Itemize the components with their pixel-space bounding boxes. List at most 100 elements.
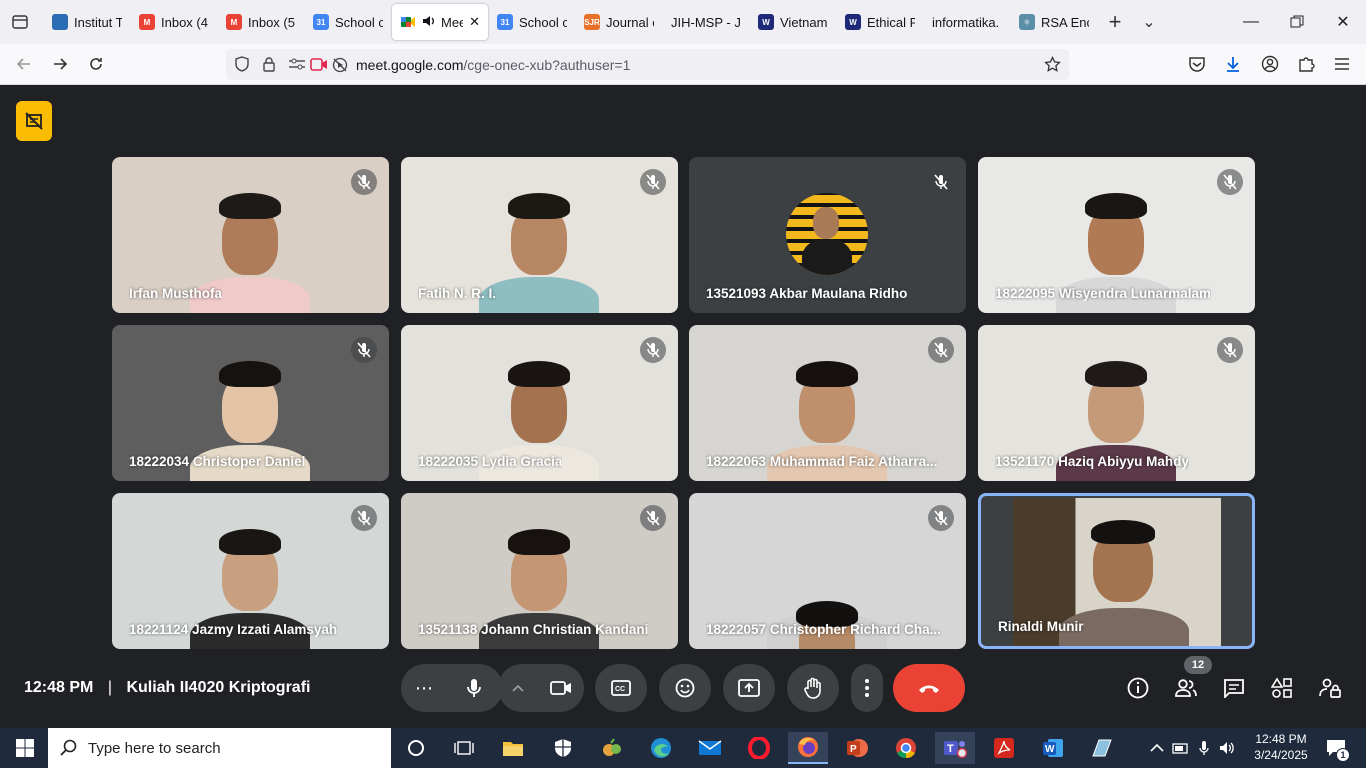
participant-tile[interactable]: 18222095 Wisyendra Lunarmalam — [978, 157, 1255, 313]
firefox-app[interactable] — [788, 732, 828, 764]
word-app[interactable]: W — [1033, 732, 1073, 764]
participant-tile[interactable]: 18221124 Jazmy Izzati Alamsyah — [112, 493, 389, 649]
mic-muted-icon — [1217, 337, 1243, 363]
browser-tab[interactable]: W Ethical P — [837, 4, 923, 40]
snipping-app[interactable] — [1082, 732, 1122, 764]
speaker-icon[interactable] — [422, 15, 435, 30]
account-button[interactable] — [1258, 52, 1282, 76]
powerpoint-app[interactable]: P — [837, 732, 877, 764]
mic-muted-icon — [1217, 169, 1243, 195]
mail-app[interactable] — [690, 732, 730, 764]
chevron-up-tray-icon[interactable] — [1150, 743, 1164, 753]
opera-app[interactable] — [739, 732, 779, 764]
games-app[interactable] — [592, 732, 632, 764]
browser-tab[interactable]: W Vietnam — [750, 4, 836, 40]
more-options-button[interactable] — [851, 664, 883, 712]
downloads-button[interactable] — [1221, 52, 1245, 76]
tab-favicon-icon — [52, 14, 68, 30]
back-button[interactable] — [12, 52, 36, 76]
tab-overview-icon — [12, 15, 28, 29]
tab-title: Institut T — [74, 14, 122, 30]
participant-tile[interactable]: 18222035 Lydia Gracia — [401, 325, 678, 481]
new-tab-button[interactable]: + — [1098, 5, 1132, 39]
tab-list-button[interactable]: ⌄ — [1132, 5, 1166, 39]
participant-tile[interactable]: 18222034 Christoper Daniel — [112, 325, 389, 481]
volume-icon[interactable] — [1218, 740, 1236, 756]
browser-tab[interactable]: Institut T — [44, 4, 130, 40]
start-button[interactable] — [5, 732, 45, 764]
autoplay-blocked-icon[interactable] — [332, 57, 348, 73]
battery-network-icon[interactable] — [1172, 741, 1190, 755]
mail-icon — [698, 740, 722, 755]
close-window-button[interactable]: ✕ — [1320, 0, 1366, 44]
chat-button[interactable] — [1218, 672, 1250, 704]
teams-app[interactable]: T — [935, 732, 975, 764]
meeting-details-button[interactable] — [1122, 672, 1154, 704]
task-view-button[interactable] — [444, 732, 484, 764]
reload-button[interactable] — [84, 52, 108, 76]
edge-app[interactable] — [641, 732, 681, 764]
captions-button[interactable]: CC — [595, 664, 647, 712]
participant-name: Rinaldi Munir — [998, 619, 1084, 634]
chrome-app[interactable] — [886, 732, 926, 764]
browser-tab[interactable]: JIH-MSP - Jo — [663, 4, 749, 40]
host-controls-button[interactable] — [1314, 672, 1346, 704]
notification-center-button[interactable]: 1 — [1320, 732, 1352, 764]
activities-button[interactable] — [1266, 672, 1298, 704]
camera-options-button[interactable] — [498, 664, 538, 712]
camera-button[interactable] — [538, 664, 584, 712]
minimize-button[interactable]: — — [1228, 0, 1274, 44]
microphone-button[interactable] — [446, 664, 502, 712]
participant-tile[interactable]: 13521093 Akbar Maulana Ridho — [689, 157, 966, 313]
more-actions-small-button[interactable]: ⋯ — [402, 664, 446, 712]
browser-tab[interactable]: Mee ✕ — [392, 4, 488, 40]
browser-tab[interactable]: M Inbox (5 — [218, 4, 304, 40]
browser-tab[interactable]: informatika. — [924, 4, 1010, 40]
camera-off-badge[interactable] — [16, 101, 52, 141]
taskbar-clock[interactable]: 12:48 PM 3/24/2025 — [1250, 731, 1312, 763]
microphone-tray-icon[interactable] — [1198, 740, 1210, 756]
participant-tile[interactable]: Irfan Musthofa — [112, 157, 389, 313]
menu-button[interactable] — [1330, 52, 1354, 76]
camera-sharing-icon[interactable] — [310, 58, 328, 71]
browser-tab[interactable]: ⚛ RSA Encr — [1011, 4, 1097, 40]
mic-muted-icon — [351, 505, 377, 531]
restore-button[interactable] — [1274, 0, 1320, 44]
leave-call-button[interactable] — [893, 664, 965, 712]
address-bar[interactable]: meet.google.com/cge-onec-xub?authuser=1 — [226, 49, 1069, 80]
bookmark-star-icon[interactable] — [1044, 56, 1061, 73]
participant-tile[interactable]: 13521170 Haziq Abiyyu Mahdy — [978, 325, 1255, 481]
acrobat-app[interactable] — [984, 732, 1024, 764]
activities-icon — [1271, 677, 1292, 698]
browser-tab[interactable]: 31 School c — [489, 4, 575, 40]
file-explorer-app[interactable] — [493, 732, 533, 764]
people-button[interactable]: 12 — [1170, 656, 1212, 704]
tab-overview-button[interactable] — [0, 0, 40, 44]
mic-muted-icon — [928, 505, 954, 531]
taskbar-search-box[interactable]: Type here to search — [48, 728, 391, 768]
participant-tile[interactable]: 18222057 Christopher Richard Cha... — [689, 493, 966, 649]
participant-tile[interactable]: 18222063 Muhammad Faiz Atharra... — [689, 325, 966, 481]
participant-tile[interactable]: Rinaldi Munir — [978, 493, 1255, 649]
close-tab-icon[interactable]: ✕ — [469, 14, 480, 30]
info-icon — [1127, 677, 1149, 699]
mic-muted-icon — [640, 505, 666, 531]
browser-tab[interactable]: 31 School c — [305, 4, 391, 40]
more-options-group: ⋯ — [401, 664, 503, 712]
browser-tab[interactable]: M Inbox (4 — [131, 4, 217, 40]
meeting-info-text: 12:48 PM | Kuliah II4020 Kriptografi — [24, 679, 310, 697]
hamburger-icon — [1335, 58, 1349, 70]
snip-icon — [1092, 739, 1112, 757]
pocket-button[interactable] — [1185, 52, 1209, 76]
cortana-button[interactable] — [396, 732, 436, 764]
participant-tile[interactable]: 13521138 Johann Christian Kandani — [401, 493, 678, 649]
participant-tile[interactable]: Fatih N. R. I. — [401, 157, 678, 313]
extensions-button[interactable] — [1294, 52, 1318, 76]
forward-button[interactable] — [48, 52, 72, 76]
reactions-button[interactable] — [659, 664, 711, 712]
security-app[interactable] — [543, 732, 583, 764]
hand-icon — [804, 677, 821, 699]
raise-hand-button[interactable] — [787, 664, 839, 712]
browser-tab[interactable]: SJR Journal c — [576, 4, 662, 40]
present-button[interactable] — [723, 664, 775, 712]
